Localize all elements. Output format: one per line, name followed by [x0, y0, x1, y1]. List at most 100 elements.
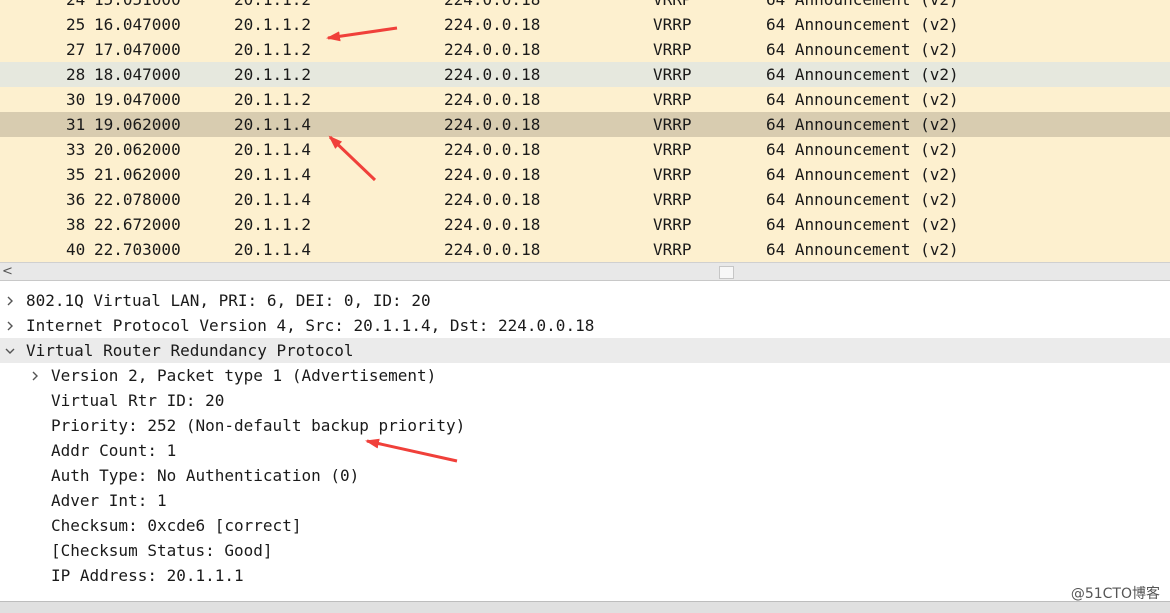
packet-protocol: VRRP: [653, 0, 692, 12]
packet-time: 20.062000: [94, 140, 181, 159]
packet-protocol: VRRP: [653, 40, 692, 59]
packet-source: 20.1.1.2: [234, 40, 312, 59]
packet-source: 20.1.1.2: [234, 0, 311, 12]
packet-source: 20.1.1.2: [234, 65, 312, 84]
packet-info: 64 Announcement (v2): [766, 190, 959, 209]
packet-protocol: VRRP: [653, 115, 692, 134]
detail-row[interactable]: [Checksum Status: Good]: [0, 538, 1170, 563]
detail-text: [Checksum Status: Good]: [51, 541, 273, 560]
packet-info: 64 Announcement (v2): [766, 0, 959, 12]
detail-row[interactable]: IP Address: 20.1.1.1: [0, 563, 1170, 588]
packet-time: 15.051000: [94, 0, 181, 12]
packet-row[interactable]: 24 15.051000 20.1.1.2 224.0.0.18 VRRP 64 Anno…: [0, 0, 1170, 12]
packet-time: 21.062000: [94, 165, 181, 184]
detail-text: Virtual Rtr ID: 20: [51, 391, 225, 410]
packet-destination: 224.0.0.18: [444, 0, 540, 12]
packet-protocol: VRRP: [653, 190, 692, 209]
detail-text: Priority: 252 (Non-default backup priori…: [51, 416, 466, 435]
packet-destination: 224.0.0.18: [444, 165, 541, 184]
packet-no: 36: [66, 190, 86, 209]
packet-info: 64 Announcement (v2): [766, 15, 959, 34]
packet-info: 64 Announcement (v2): [766, 40, 959, 59]
packet-row[interactable]: 40 22.703000 20.1.1.4 224.0.0.18 VRRP 64 Anno…: [0, 237, 1170, 262]
packet-row[interactable]: 25 16.047000 20.1.1.2 224.0.0.18 VRRP 64 Anno…: [0, 12, 1170, 37]
packet-source: 20.1.1.2: [234, 15, 312, 34]
packet-source: 20.1.1.4: [234, 140, 312, 159]
packet-source: 20.1.1.4: [234, 115, 312, 134]
packet-row[interactable]: 38 22.672000 20.1.1.2 224.0.0.18 VRRP 64 Anno…: [0, 212, 1170, 237]
packet-row[interactable]: 28 18.047000 20.1.1.2 224.0.0.18 VRRP 64 Anno…: [0, 62, 1170, 87]
detail-row[interactable]: Addr Count: 1: [0, 438, 1170, 463]
packet-protocol: VRRP: [653, 90, 692, 109]
packet-protocol: VRRP: [653, 15, 692, 34]
packet-time: 22.703000: [94, 240, 181, 259]
packet-protocol: VRRP: [653, 215, 692, 234]
packet-info: 64 Announcement (v2): [766, 90, 959, 109]
packet-destination: 224.0.0.18: [444, 240, 541, 259]
packet-destination: 224.0.0.18: [444, 190, 541, 209]
packet-no: 31: [66, 115, 86, 134]
packet-source: 20.1.1.4: [234, 240, 312, 259]
packet-no: 40: [66, 240, 86, 259]
packet-destination: 224.0.0.18: [444, 140, 541, 159]
packet-info: 64 Announcement (v2): [766, 115, 959, 134]
packet-no: 35: [66, 165, 86, 184]
detail-text: 802.1Q Virtual LAN, PRI: 6, DEI: 0, ID: …: [26, 291, 431, 310]
packet-protocol: VRRP: [653, 140, 692, 159]
packet-destination: 224.0.0.18: [444, 90, 541, 109]
packet-no: 25: [66, 15, 86, 34]
packet-info: 64 Announcement (v2): [766, 215, 959, 234]
detail-text: Version 2, Packet type 1 (Advertisement): [51, 366, 437, 385]
packet-protocol: VRRP: [653, 240, 692, 259]
packet-time: 22.078000: [94, 190, 181, 209]
detail-row[interactable]: 802.1Q Virtual LAN, PRI: 6, DEI: 0, ID: …: [0, 288, 1170, 313]
packet-row[interactable]: 33 20.062000 20.1.1.4 224.0.0.18 VRRP 64 Anno…: [0, 137, 1170, 162]
packet-destination: 224.0.0.18: [444, 115, 541, 134]
detail-row[interactable]: Checksum: 0xcde6 [correct]: [0, 513, 1170, 538]
packet-row[interactable]: 31 19.062000 20.1.1.4 224.0.0.18 VRRP 64 Anno…: [0, 112, 1170, 137]
detail-row[interactable]: Internet Protocol Version 4, Src: 20.1.1…: [0, 313, 1170, 338]
detail-text: Adver Int: 1: [51, 491, 167, 510]
packet-no: 33: [66, 140, 86, 159]
packet-no: 30: [66, 90, 86, 109]
horizontal-scrollbar[interactable]: <: [0, 262, 1170, 281]
detail-text: IP Address: 20.1.1.1: [51, 566, 244, 585]
detail-text: Addr Count: 1: [51, 441, 177, 460]
packet-info: 64 Announcement (v2): [766, 140, 959, 159]
detail-text: Checksum: 0xcde6 [correct]: [51, 516, 302, 535]
packet-list: 24 15.051000 20.1.1.2 224.0.0.18 VRRP 64 Anno…: [0, 0, 1170, 262]
chevron-left-icon[interactable]: <: [2, 263, 16, 280]
packet-info: 64 Announcement (v2): [766, 165, 959, 184]
packet-time: 18.047000: [94, 65, 181, 84]
chevron-down-icon[interactable]: [2, 338, 18, 363]
packet-no: 28: [66, 65, 86, 84]
packet-time: 19.047000: [94, 90, 181, 109]
packet-no: 38: [66, 215, 86, 234]
packet-row[interactable]: 35 21.062000 20.1.1.4 224.0.0.18 VRRP 64 Anno…: [0, 162, 1170, 187]
chevron-right-icon[interactable]: [2, 313, 18, 338]
detail-row[interactable]: Virtual Rtr ID: 20: [0, 388, 1170, 413]
detail-row[interactable]: Priority: 252 (Non-default backup priori…: [0, 413, 1170, 438]
packet-info: 64 Announcement (v2): [766, 65, 959, 84]
watermark: @51CTO博客: [1070, 586, 1160, 602]
detail-row[interactable]: Auth Type: No Authentication (0): [0, 463, 1170, 488]
packet-protocol: VRRP: [653, 165, 692, 184]
scrollbar-thumb[interactable]: [719, 266, 734, 279]
detail-row[interactable]: Adver Int: 1: [0, 488, 1170, 513]
chevron-right-icon[interactable]: [2, 288, 18, 313]
detail-row[interactable]: Virtual Router Redundancy Protocol: [0, 338, 1170, 363]
bottom-pane-divider[interactable]: [0, 601, 1170, 613]
packet-info: 64 Announcement (v2): [766, 240, 959, 259]
packet-row[interactable]: 36 22.078000 20.1.1.4 224.0.0.18 VRRP 64 Anno…: [0, 187, 1170, 212]
packet-no: 27: [66, 40, 86, 59]
chevron-right-icon[interactable]: [27, 363, 43, 388]
detail-text: Auth Type: No Authentication (0): [51, 466, 360, 485]
packet-row[interactable]: 27 17.047000 20.1.1.2 224.0.0.18 VRRP 64 Anno…: [0, 37, 1170, 62]
detail-text: Virtual Router Redundancy Protocol: [26, 341, 354, 360]
packet-destination: 224.0.0.18: [444, 65, 541, 84]
packet-source: 20.1.1.2: [234, 215, 312, 234]
packet-row[interactable]: 30 19.047000 20.1.1.2 224.0.0.18 VRRP 64 Anno…: [0, 87, 1170, 112]
packet-protocol: VRRP: [653, 65, 692, 84]
packet-source: 20.1.1.4: [234, 165, 312, 184]
detail-row[interactable]: Version 2, Packet type 1 (Advertisement): [0, 363, 1170, 388]
